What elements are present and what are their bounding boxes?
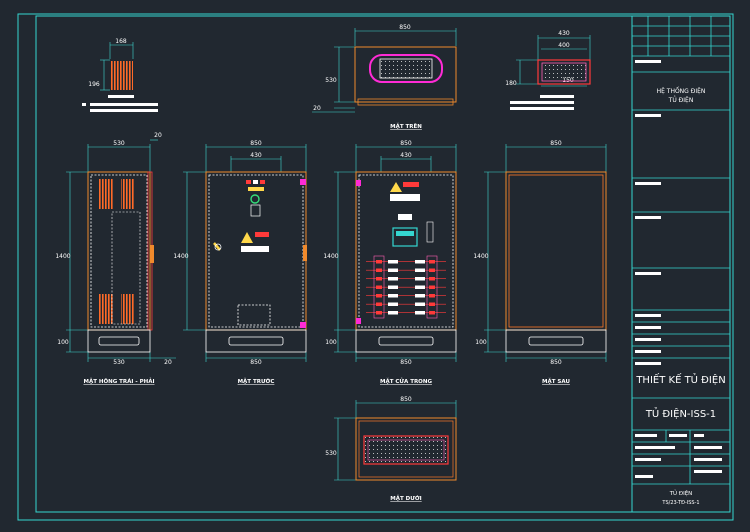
breaker-module: [429, 311, 435, 315]
side-base: 100: [57, 339, 69, 346]
inside-base: 100: [325, 339, 337, 346]
breaker-module: [388, 268, 398, 272]
bottom-view: 850 530 MẶT DƯỚI: [325, 396, 457, 502]
bottom-view-depth: 530: [325, 450, 337, 457]
breaker-module: [376, 260, 382, 264]
gland-detail: 430 400 180 150: [505, 30, 591, 110]
side-height: 1400: [55, 253, 70, 260]
vent-width: 168: [115, 38, 127, 45]
breaker-module: [429, 268, 435, 272]
breaker-module: [388, 285, 398, 289]
front-width: 850: [250, 140, 262, 147]
breaker-module: [429, 294, 435, 298]
top-view: 850 530 20 MẶT TRÊN: [312, 24, 457, 130]
side-gap-top: 20: [154, 132, 162, 139]
vent-detail: 168 196: [82, 38, 158, 112]
back-view: 850 1400 100 850 MẶT SAU: [473, 140, 607, 385]
breaker-module: [415, 311, 425, 315]
breaker-module: [429, 302, 435, 306]
breaker-module: [429, 260, 435, 264]
gland-height: 180: [505, 80, 517, 87]
top-view-width: 850: [399, 24, 411, 31]
side-gap-bottom: 20: [164, 359, 172, 366]
gland-width-outer: 430: [558, 30, 570, 37]
title-system: HỆ THỐNG ĐIỆN: [657, 87, 706, 95]
side-view: 530 20 1400 100 530 20 MẶT HÔNG TRÁI - P…: [55, 132, 176, 385]
inside-view: 850 430 1400 100 850 MẶT CỬA TRONG: [323, 140, 457, 385]
inside-inner-width: 430: [400, 152, 412, 159]
breaker-module: [415, 285, 425, 289]
breaker-module: [388, 260, 398, 264]
top-view-title: MẶT TRÊN: [390, 122, 422, 130]
bottom-view-width: 850: [400, 396, 412, 403]
inside-width-bottom: 850: [400, 359, 412, 366]
breaker-module: [376, 294, 382, 298]
side-view-title: MẶT HÔNG TRÁI - PHẢI: [83, 377, 154, 385]
back-view-title: MẶT SAU: [542, 378, 570, 385]
vent-height: 196: [88, 81, 100, 88]
breaker-module: [415, 294, 425, 298]
title-drawing: THIẾT KẾ TỦ ĐIỆN: [635, 372, 725, 386]
breaker-module: [376, 268, 382, 272]
breaker-module: [388, 277, 398, 281]
front-inner-width: 430: [250, 152, 262, 159]
title-cabinet: TỦ ĐIỆN: [668, 96, 694, 104]
top-view-depth: 530: [325, 77, 337, 84]
title-footer-2: TS/23-TĐ-ISS-1: [661, 500, 699, 506]
breaker-module: [376, 302, 382, 306]
title-drawing-name: TỦ ĐIỆN-ISS-1: [645, 406, 716, 420]
bottom-view-title: MẶT DƯỚI: [390, 495, 421, 502]
breaker-module: [376, 311, 382, 315]
breaker-module: [415, 302, 425, 306]
breaker-module: [429, 285, 435, 289]
front-view-title: MẶT TRƯỚC: [238, 378, 275, 385]
breaker-module: [376, 277, 382, 281]
breaker-module: [429, 277, 435, 281]
front-view: 850 430 1400 850 MẶT TRƯỚC: [173, 140, 307, 385]
breaker-module: [415, 268, 425, 272]
side-width-top: 530: [113, 140, 125, 147]
gland-width-inner: 400: [558, 42, 570, 49]
title-footer-1: TỦ ĐIỆN: [669, 489, 693, 497]
top-view-gap: 20: [313, 105, 321, 112]
breaker-module: [415, 260, 425, 264]
side-width-bottom: 530: [113, 359, 125, 366]
breaker-rows: [366, 260, 446, 315]
drawing-sheet: HỆ THỐNG ĐIỆN TỦ ĐIỆN THIẾT KẾ TỦ ĐIỆN T…: [17, 13, 734, 521]
front-width-bottom: 850: [250, 359, 262, 366]
breaker-module: [388, 294, 398, 298]
breaker-module: [388, 311, 398, 315]
breaker-module: [415, 277, 425, 281]
back-height: 1400: [473, 253, 488, 260]
title-block: HỆ THỐNG ĐIỆN TỦ ĐIỆN THIẾT KẾ TỦ ĐIỆN T…: [632, 16, 730, 506]
inside-height: 1400: [323, 253, 338, 260]
back-width: 850: [550, 140, 562, 147]
front-height: 1400: [173, 253, 188, 260]
breaker-module: [376, 285, 382, 289]
breaker-module: [388, 302, 398, 306]
back-width-bottom: 850: [550, 359, 562, 366]
inside-view-title: MẶT CỬA TRONG: [380, 377, 432, 385]
back-base: 100: [475, 339, 487, 346]
inside-width: 850: [400, 140, 412, 147]
